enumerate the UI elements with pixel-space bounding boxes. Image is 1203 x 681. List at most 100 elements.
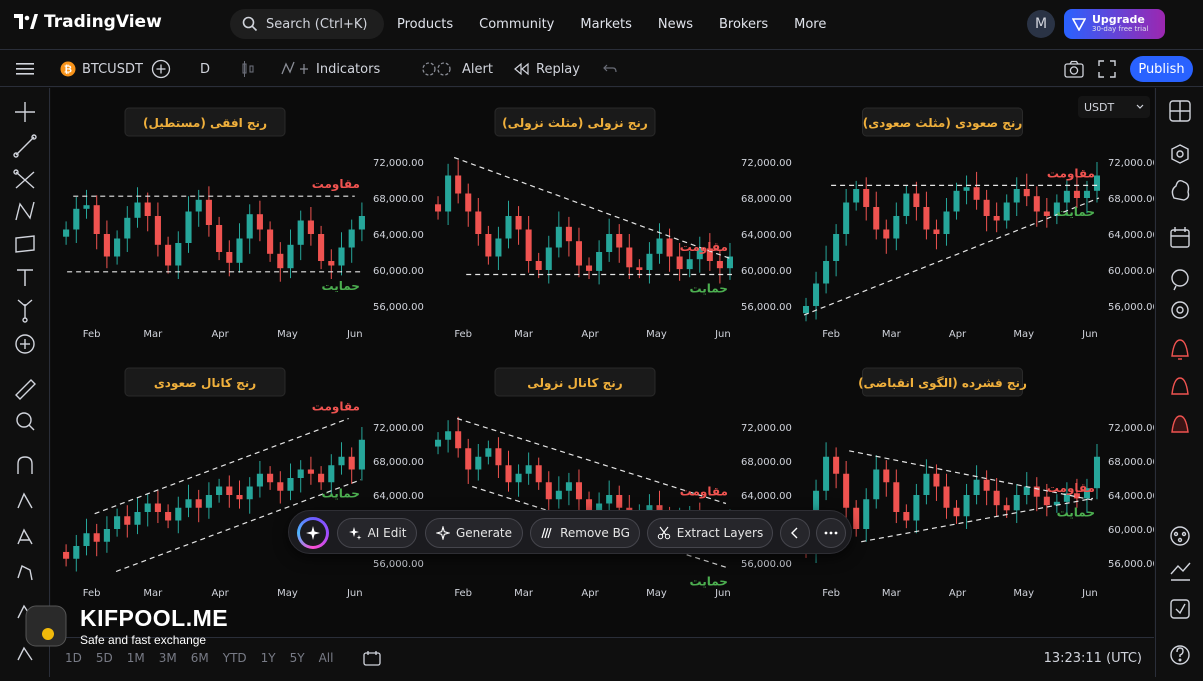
fullscreen-icon <box>1098 60 1116 78</box>
candle-body <box>175 507 182 521</box>
bell-icon[interactable] <box>1171 415 1189 433</box>
collapse-toolbar-button[interactable] <box>780 518 810 548</box>
brand-logo[interactable]: TradingView <box>14 12 162 32</box>
nav-link-community[interactable]: Community <box>479 17 554 32</box>
more-options-button[interactable] <box>816 518 846 548</box>
ideas-icon[interactable] <box>1171 179 1190 201</box>
magnet-zoom-icon[interactable] <box>16 412 35 431</box>
alert-button[interactable]: Alert <box>420 50 493 88</box>
date-range-icon[interactable] <box>363 650 382 666</box>
candle-body <box>287 244 294 269</box>
x-tick-label: Mar <box>143 329 163 340</box>
notifications-icon[interactable] <box>1171 339 1189 360</box>
candle-body <box>338 456 345 466</box>
range-1m[interactable]: 1M <box>127 651 145 665</box>
menu-button[interactable] <box>16 50 34 88</box>
candle-body <box>823 261 830 284</box>
candle-body <box>535 465 542 483</box>
hotlists-icon[interactable] <box>1170 562 1191 581</box>
nav-link-brokers[interactable]: Brokers <box>719 17 768 32</box>
compare-button[interactable] <box>151 50 171 88</box>
range-6m[interactable]: 6M <box>191 651 209 665</box>
support-label: حمایت <box>690 574 728 588</box>
chart-canvas[interactable]: رنج افقی (مستطیل) 72,000.00 68,000.00 64,00… <box>51 88 1159 637</box>
snapshot-button[interactable] <box>1064 50 1084 88</box>
candle-body <box>963 495 970 517</box>
indicators-button[interactable]: Indicators <box>280 50 380 88</box>
hide-tool-icon[interactable] <box>17 565 33 581</box>
trend-line-icon[interactable] <box>13 134 37 158</box>
publish-button[interactable]: Publish <box>1130 56 1193 82</box>
alerts-clock-icon[interactable] <box>1171 144 1189 164</box>
range-5d[interactable]: 5D <box>96 651 113 665</box>
candle-body <box>893 216 900 239</box>
remove-bg-button[interactable]: Remove BG <box>530 518 640 548</box>
undo-button[interactable] <box>603 50 617 88</box>
streams-icon[interactable] <box>1171 301 1189 319</box>
eye-tool-icon[interactable] <box>17 528 33 545</box>
nav-link-markets[interactable]: Markets <box>580 17 631 32</box>
calendar-icon[interactable] <box>1170 227 1190 248</box>
currency-selector[interactable]: USDT <box>1078 96 1150 118</box>
chat-icon[interactable] <box>1171 269 1189 291</box>
candle-body <box>328 261 335 266</box>
y-tick-label: 64,000.00 <box>373 491 424 502</box>
watchlist-icon[interactable] <box>1169 100 1191 122</box>
candle-body <box>646 253 653 270</box>
range-all[interactable]: All <box>319 651 334 665</box>
range-3m[interactable]: 3M <box>159 651 177 665</box>
resistance-label: مقاومت <box>312 400 360 415</box>
utc-clock[interactable]: 13:23:11 (UTC) <box>1044 638 1142 678</box>
x-tick-label: Apr <box>949 329 967 340</box>
support-label: حمایت <box>690 282 728 296</box>
range-1y[interactable]: 1Y <box>261 651 276 665</box>
ai-assistant-button[interactable] <box>297 517 329 549</box>
nav-link-products[interactable]: Products <box>397 17 453 32</box>
chart-type-button[interactable] <box>241 50 255 88</box>
search-box[interactable]: Search (Ctrl+K) <box>230 9 384 39</box>
interval-selector[interactable]: D <box>200 50 210 88</box>
generate-button[interactable]: Generate <box>425 518 523 548</box>
candle-body <box>923 473 930 495</box>
replay-button[interactable]: Replay <box>514 50 580 88</box>
extract-layers-button[interactable]: Extract Layers <box>647 518 773 548</box>
candle-body <box>803 306 810 314</box>
community-icon[interactable] <box>1170 526 1190 546</box>
symbol-selector[interactable]: ₿ BTCUSDT <box>60 50 143 88</box>
y-tick-label: 56,000.00 <box>1108 559 1154 570</box>
projection-tool-icon[interactable] <box>15 235 35 253</box>
candle-body <box>626 247 633 268</box>
zoom-in-icon[interactable] <box>15 334 35 354</box>
help-icon[interactable] <box>1170 645 1190 665</box>
candle-body <box>277 253 284 269</box>
magnet-icon[interactable] <box>17 456 33 474</box>
lock-tool-icon[interactable] <box>17 492 33 509</box>
candle-body <box>83 205 90 209</box>
alert-label: Alert <box>462 61 493 77</box>
upgrade-button[interactable]: Upgrade 30-day free trial <box>1064 9 1165 39</box>
user-avatar[interactable]: M <box>1027 10 1055 38</box>
nav-link-more[interactable]: More <box>794 17 826 32</box>
x-tick-label: Mar <box>882 588 902 599</box>
kifpool-logo-icon <box>25 605 67 647</box>
alarm-icon[interactable] <box>1171 377 1189 395</box>
fullscreen-button[interactable] <box>1098 50 1116 88</box>
range-5y[interactable]: 5Y <box>290 651 305 665</box>
measure-tool-icon[interactable] <box>17 299 33 323</box>
pattern-tool-icon[interactable] <box>15 201 35 221</box>
candle-body <box>933 473 940 487</box>
candle-body <box>943 486 950 508</box>
crosshair-icon[interactable] <box>15 102 35 122</box>
fib-tool-icon[interactable] <box>13 169 35 189</box>
screener-icon[interactable] <box>1170 599 1190 619</box>
candle-body <box>348 229 355 248</box>
text-tool-icon[interactable] <box>17 269 33 286</box>
y-tick-label: 60,000.00 <box>1108 266 1154 277</box>
nav-link-news[interactable]: News <box>658 17 693 32</box>
range-1d[interactable]: 1D <box>65 651 82 665</box>
support-label: حمایت <box>1057 505 1095 519</box>
ruler-icon[interactable] <box>15 379 36 400</box>
x-tick-label: Jun <box>346 588 363 599</box>
range-ytd[interactable]: YTD <box>223 651 247 665</box>
ai-edit-button[interactable]: AI Edit <box>337 518 417 548</box>
